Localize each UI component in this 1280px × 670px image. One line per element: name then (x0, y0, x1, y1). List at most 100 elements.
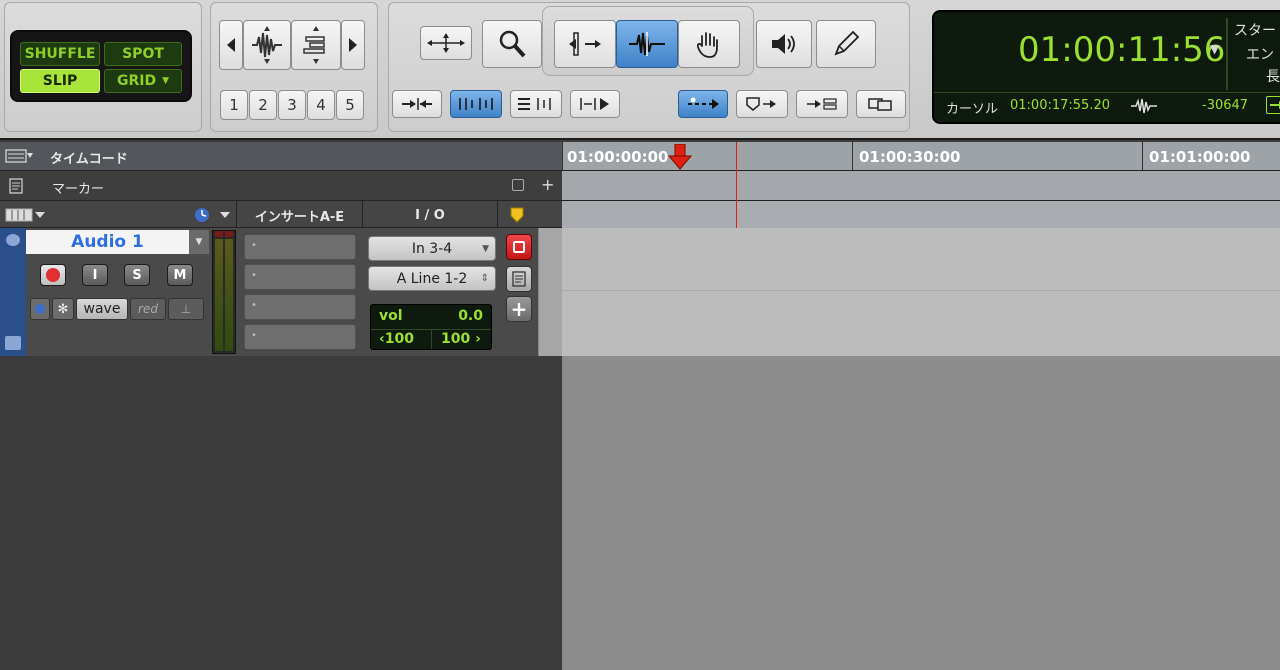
tab-to-transient-button[interactable] (736, 90, 788, 118)
scrubber-tool-button[interactable] (756, 20, 812, 68)
zoom-toggle-button[interactable] (420, 26, 472, 60)
track-output-window-button[interactable] (506, 234, 532, 260)
volume-pan-display[interactable]: vol 0.0 ‹100 100 › (370, 304, 492, 350)
track-name-dropdown-icon[interactable]: ▼ (189, 230, 209, 254)
scroll-icon-box[interactable] (1266, 96, 1280, 114)
zoom-preset-5[interactable]: 5 (336, 90, 364, 120)
pencil-icon (834, 30, 860, 56)
auto-scroll-button[interactable] (678, 90, 728, 118)
link-midi-button[interactable] (510, 90, 562, 118)
grabber-tool-button[interactable] (678, 20, 740, 68)
zoom-in-arrow-button[interactable] (341, 20, 365, 70)
inserts-column-header[interactable]: インサートA-E (236, 201, 362, 229)
expand-arrows-icon (427, 33, 465, 53)
input-selector[interactable]: In 3-4 ▼ (368, 236, 496, 261)
track-view-selector[interactable]: wave (76, 298, 128, 320)
spot-mode-button[interactable]: SPOT (104, 42, 182, 66)
track-name-field[interactable]: Audio 1 (26, 230, 189, 254)
comments-icon (512, 271, 526, 287)
cursor-time-display: 01:00:17:55.20 (1010, 98, 1110, 113)
link-tracks-icon (807, 98, 837, 110)
output-selector[interactable]: A Line 1-2 ⇕ (368, 266, 496, 291)
add-send-button[interactable]: + (506, 296, 532, 322)
input-monitor-button[interactable]: I (82, 264, 108, 286)
link-timeline-button[interactable] (392, 90, 442, 118)
selector-waveform-icon (629, 32, 665, 56)
layered-editing-button[interactable] (856, 90, 906, 118)
track-view-selector-icon[interactable] (5, 208, 47, 222)
waveform-zoom-icon (252, 26, 282, 64)
toolbar: SHUFFLE SPOT SLIP GRID ▼ 01:00:11:56 ▼ ス… (0, 0, 1280, 140)
mirrored-midi-editing-button[interactable] (796, 90, 848, 118)
slip-mode-button[interactable]: SLIP (20, 69, 100, 93)
insert-slot-d[interactable]: • (244, 324, 356, 350)
audio-zoom-button[interactable] (243, 20, 291, 70)
length-label: 長 (1266, 69, 1280, 85)
zoomer-tool-button[interactable] (482, 20, 542, 68)
timecode-ruler[interactable]: 01:00:00:00 01:00:30:00 01:01:00:00 (562, 142, 1280, 170)
midi-zoom-button[interactable] (291, 20, 341, 70)
freeze-icon[interactable]: ✻ (52, 298, 74, 320)
empty-timeline-area[interactable] (562, 356, 1280, 670)
comments-button[interactable] (506, 266, 532, 292)
arrows-in-icon (402, 98, 432, 110)
stacked-windows-icon (868, 98, 892, 111)
add-marker-icon[interactable]: + (541, 175, 554, 194)
tick-mark (852, 142, 853, 170)
track-collapse-icon[interactable] (6, 234, 20, 246)
track-playlist-lane[interactable] (562, 228, 1280, 356)
zoom-preset-1[interactable]: 1 (220, 90, 248, 120)
arrow-right-icon (1270, 101, 1280, 109)
insertion-follows-playback-button[interactable] (570, 90, 620, 118)
record-enable-button[interactable] (40, 264, 66, 286)
ruler-tick-1: 01:00:30:00 (859, 148, 961, 166)
insert-slot-a[interactable]: • (244, 234, 356, 260)
speaker-icon (772, 34, 795, 54)
zoom-preset-4[interactable]: 4 (307, 90, 335, 120)
grid-mode-button[interactable]: GRID ▼ (104, 69, 182, 93)
clip-indicator-right (225, 231, 233, 237)
pro-tools-edit-window: SHUFFLE SPOT SLIP GRID ▼ 01:00:11:56 ▼ ス… (0, 0, 1280, 670)
link-track-edit-button[interactable] (450, 90, 502, 118)
timebase-selector[interactable] (30, 298, 50, 320)
record-dot-icon (46, 268, 60, 282)
pan-left-value[interactable]: ‹100 (379, 331, 414, 347)
magnifier-icon (499, 30, 526, 58)
insert-slot-c[interactable]: • (244, 294, 356, 320)
link-selection-icon (459, 98, 493, 110)
track-color-selector[interactable]: red (130, 298, 166, 320)
meter-bar-left (215, 239, 223, 351)
timebase-dot-icon (35, 304, 45, 314)
clock-menu-icon[interactable] (194, 207, 234, 223)
shuffle-mode-button[interactable]: SHUFFLE (20, 42, 100, 66)
pencil-tool-button[interactable] (816, 20, 876, 68)
solo-button[interactable]: S (124, 264, 150, 286)
trim-tool-button[interactable] (554, 20, 616, 68)
counter-dropdown-icon[interactable]: ▼ (1210, 42, 1219, 56)
track-column-header-row: インサートA-E I / O (0, 200, 1280, 229)
marker-ruler-lane[interactable] (562, 171, 1280, 201)
level-meter (212, 230, 236, 354)
marker-window-icon[interactable] (512, 179, 524, 191)
waveform-value-icon (1131, 98, 1157, 114)
volume-value[interactable]: 0.0 (458, 308, 483, 324)
timecode-ruler-row: タイムコード 01:00:00:00 01:00:30:00 01:01:00:… (0, 142, 1280, 170)
output-window-icon (513, 241, 525, 253)
ruler-menu-icon[interactable] (5, 149, 33, 163)
zoom-preset-2[interactable]: 2 (249, 90, 277, 120)
tempo-icon[interactable]: ⊥ (168, 298, 204, 320)
insert-slot-b[interactable]: • (244, 264, 356, 290)
selector-tool-button[interactable] (616, 20, 678, 68)
clip-indicator-left (215, 231, 223, 237)
triangle-left-icon (227, 38, 235, 52)
main-time-display[interactable]: 01:00:11:56 (1018, 30, 1225, 70)
volume-label: vol (379, 308, 403, 324)
timecode-ruler-label: タイムコード (50, 152, 128, 167)
zoom-out-arrow-button[interactable] (219, 20, 243, 70)
pan-right-value[interactable]: 100 › (441, 331, 481, 347)
io-column-header[interactable]: I / O (362, 201, 498, 229)
playhead-marker-icon[interactable] (668, 144, 692, 170)
cursor-label: カーソル (946, 102, 999, 117)
zoom-preset-3[interactable]: 3 (278, 90, 306, 120)
mute-button[interactable]: M (167, 264, 193, 286)
